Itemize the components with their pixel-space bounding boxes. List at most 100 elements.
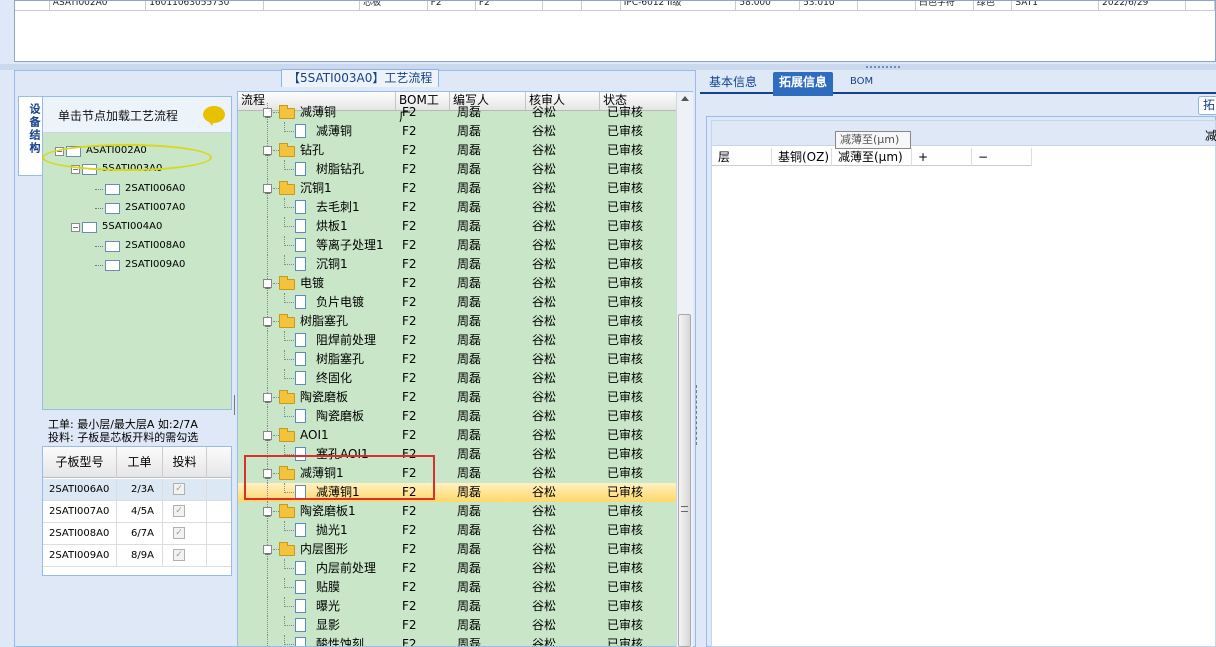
extend-button[interactable]: 拓 [1198,96,1216,115]
feed-checkbox[interactable]: ✓ [173,549,185,561]
flow-row[interactable]: 减薄铜 F2 周磊 谷松 已审核 [238,122,678,141]
scroll-up-arrow-icon[interactable] [681,96,689,101]
flow-status: 已审核 [607,485,644,499]
top-grid-cell[interactable]: F2 [428,1,476,10]
flow-row[interactable]: 等离子处理1 F2 周磊 谷松 已审核 [238,236,678,255]
sub-board-row[interactable]: 2SATI009A0 8/9A ✓ [43,545,231,567]
flow-row[interactable]: 内层前处理 F2 周磊 谷松 已审核 [238,559,678,578]
flow-name: 阻焊前处理 [316,333,377,347]
header-thin-to[interactable]: 减薄至(μm) [832,148,912,166]
top-grid-cell[interactable]: 绿色 [974,1,1013,10]
tree-line [284,568,294,569]
remove-row-button[interactable]: − [972,148,1032,166]
top-grid-cell[interactable]: IPC-6012 II级 [621,1,737,10]
sub-board-row[interactable]: 2SATI008A0 6/7A ✓ [43,523,231,545]
flow-row[interactable]: 树脂塞孔 F2 周磊 谷松 已审核 [238,350,678,369]
flow-row[interactable]: 贴膜 F2 周磊 谷松 已审核 [238,578,678,597]
flow-status: 已审核 [607,181,644,195]
tab-bom[interactable]: BOM [844,72,879,94]
collapse-icon[interactable]: − [263,431,272,446]
sub-board-header-model[interactable]: 子板型号 [43,447,117,478]
top-grid-cell[interactable]: 16011063055730 [146,1,264,10]
flow-row[interactable]: − 钻孔 F2 周磊 谷松 已审核 [238,141,678,161]
flow-row[interactable]: 沉铜1 F2 周磊 谷松 已审核 [238,255,678,274]
flow-status: 已审核 [607,466,644,480]
flow-row[interactable]: 去毛刺1 F2 周磊 谷松 已审核 [238,198,678,217]
splitter-grip-icon[interactable] [866,66,900,69]
flow-row[interactable]: − 陶瓷磨板1 F2 周磊 谷松 已审核 [238,502,678,522]
top-grid-cell[interactable]: 53.010 [800,1,858,10]
sub-board-order[interactable]: 4/5A [117,501,163,522]
tree-collapse-icon[interactable]: − [71,222,80,232]
top-grid-cell[interactable]: ASATI002A0 [50,1,147,10]
flow-row[interactable]: 酸性蚀刻 F2 周磊 谷松 已审核 [238,635,678,646]
flow-row[interactable]: 陶瓷磨板 F2 周磊 谷松 已审核 [238,407,678,426]
feed-checkbox[interactable]: ✓ [173,527,185,539]
right-splitter-handle[interactable] [696,385,700,445]
flow-row[interactable]: 烘板1 F2 周磊 谷松 已审核 [238,217,678,236]
top-grid-cell[interactable] [582,1,621,10]
collapse-icon[interactable]: − [263,545,272,560]
flow-row[interactable]: 树脂钻孔 F2 周磊 谷松 已审核 [238,160,678,179]
flow-row[interactable]: 抛光1 F2 周磊 谷松 已审核 [238,521,678,540]
top-grid-cell[interactable] [15,1,50,10]
tree-line [267,217,268,236]
top-grid-cell[interactable] [858,1,916,10]
top-grid-cell[interactable] [1186,1,1215,10]
flow-row[interactable]: − 电镀 F2 周磊 谷松 已审核 [238,274,678,294]
flow-row[interactable]: − 树脂塞孔 F2 周磊 谷松 已审核 [238,312,678,332]
tree-node[interactable]: − 5SATI004A0 [71,219,162,235]
sub-board-order[interactable]: 8/9A [117,545,163,566]
flow-row[interactable]: − 减薄铜 F2 周磊 谷松 已审核 [238,103,678,123]
flow-row[interactable]: − 内层图形 F2 周磊 谷松 已审核 [238,540,678,560]
sub-board-row[interactable]: 2SATI007A0 4/5A ✓ [43,501,231,523]
tab-device-structure[interactable]: 设备结构 [18,96,42,176]
scrollbar-thumb[interactable] [678,314,691,647]
tree-node[interactable]: 2SATI009A0 [95,257,185,273]
flow-row[interactable]: 终固化 F2 周磊 谷松 已审核 [238,369,678,388]
tree-node[interactable]: 2SATI008A0 [95,238,185,254]
sub-board-header-feed[interactable]: 投料 [163,447,207,478]
top-grid-cell[interactable] [264,1,361,10]
flow-row[interactable]: 阻焊前处理 F2 周磊 谷松 已审核 [238,331,678,350]
collapse-icon[interactable]: − [263,317,272,332]
document-icon [295,580,306,594]
tab-extended-info[interactable]: 拓展信息 [773,72,834,96]
collapse-icon[interactable]: − [263,507,272,522]
collapse-icon[interactable]: − [263,146,272,161]
collapse-icon[interactable]: − [263,279,272,294]
sub-board-order[interactable]: 6/7A [117,523,163,544]
tree-line [284,416,294,417]
top-grid-row[interactable]: ASATI002A0 16011063055730 芯板 F2 F2 IPC-6012 I… [15,1,1215,11]
feed-checkbox[interactable]: ✓ [173,483,185,495]
top-grid-cell[interactable] [543,1,583,10]
sub-board-row[interactable]: 2SATI006A0 2/3A ✓ [43,479,231,501]
header-base-copper[interactable]: 基铜(OZ) [772,148,832,166]
tab-basic-info[interactable]: 基本信息 [703,72,763,94]
top-grid-cell[interactable]: 芯板 [360,1,428,10]
flow-row[interactable]: 显影 F2 周磊 谷松 已审核 [238,616,678,635]
sub-board-header-order[interactable]: 工单 [117,447,163,478]
folder-icon [279,428,295,442]
top-grid-cell[interactable]: SAT1 [1012,1,1100,10]
tree-node[interactable]: 2SATI007A0 [95,200,185,216]
top-grid-cell[interactable]: 2022/6/29 [1099,1,1186,10]
flow-row[interactable]: − 沉铜1 F2 周磊 谷松 已审核 [238,179,678,199]
top-grid-cell[interactable]: 58.000 [736,1,801,10]
top-data-grid[interactable]: ASATI002A0 16011063055730 芯板 F2 F2 IPC-6012 I… [14,0,1216,62]
collapse-icon[interactable]: − [263,393,272,408]
sub-board-order[interactable]: 2/3A [117,479,163,500]
flow-row[interactable]: − 陶瓷磨板 F2 周磊 谷松 已审核 [238,388,678,408]
top-grid-cell[interactable]: F2 [476,1,544,10]
add-row-button[interactable]: + [912,148,972,166]
flow-row[interactable]: 负片电镀 F2 周磊 谷松 已审核 [238,293,678,312]
feed-checkbox[interactable]: ✓ [173,505,185,517]
tree-node[interactable]: 2SATI006A0 [95,181,185,197]
flow-row[interactable]: − AOI1 F2 周磊 谷松 已审核 [238,426,678,446]
collapse-icon[interactable]: − [263,184,272,199]
flow-status: 已审核 [607,238,644,252]
collapse-icon[interactable]: − [263,108,272,123]
top-grid-cell[interactable]: 白色字符 [916,1,974,10]
header-layer[interactable]: 层 [712,148,772,166]
flow-row[interactable]: 曝光 F2 周磊 谷松 已审核 [238,597,678,616]
